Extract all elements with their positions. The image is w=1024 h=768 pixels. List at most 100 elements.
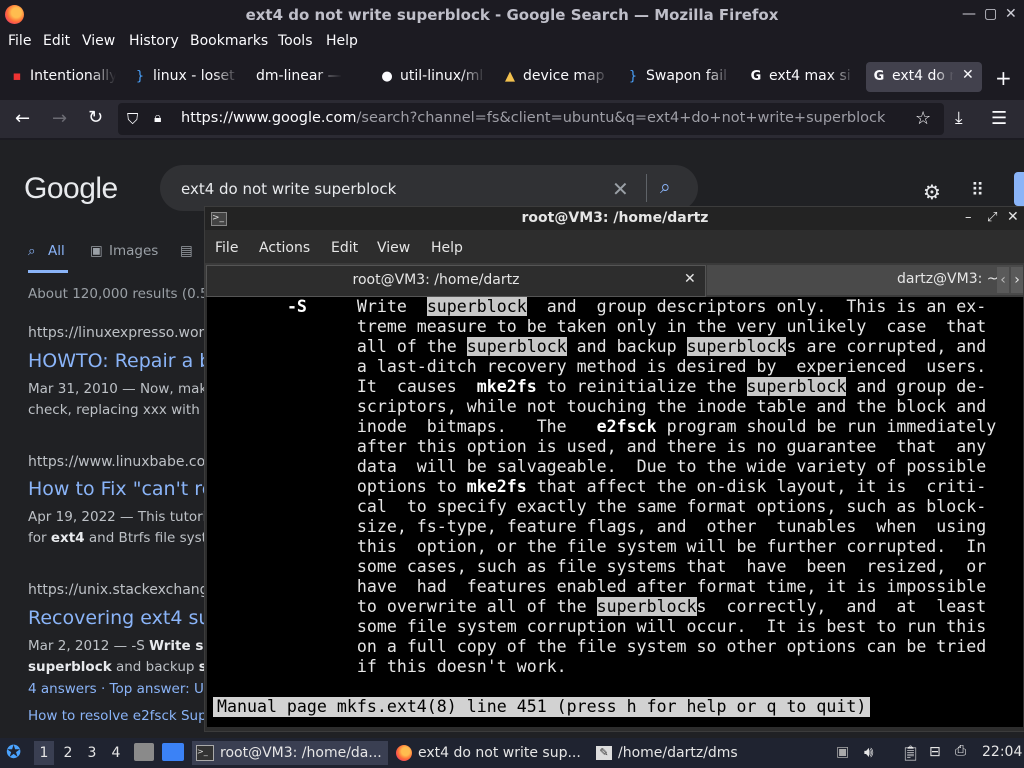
menu-edit[interactable]: Edit	[43, 33, 70, 49]
clipboard-icon[interactable]: 📋︎	[901, 744, 920, 762]
terminal-screen[interactable]: -S Write superblock and group descriptor…	[207, 297, 1023, 727]
network-icon[interactable]: ⊟	[929, 744, 941, 760]
result-title[interactable]: HOWTO: Repair a b	[28, 350, 211, 372]
reload-icon[interactable]: ↻	[88, 107, 103, 128]
workspace-1[interactable]: 1	[34, 741, 54, 765]
forward-arrow-icon[interactable]: →	[52, 108, 67, 129]
menu-view[interactable]: View	[377, 240, 410, 256]
terminal-window: >_ root@VM3: /home/dartz – ⤢ ✕ File Acti…	[204, 206, 1024, 732]
menu-history[interactable]: History	[129, 33, 179, 49]
minimize-icon[interactable]: –	[965, 210, 972, 225]
workspace-3[interactable]: 3	[82, 745, 102, 761]
result-date: Mar 2, 2012 — -S Write sup	[28, 638, 223, 654]
menu-view[interactable]: View	[82, 33, 115, 49]
tab-ext4-do-not-write[interactable]: G ext4 do n ✕	[866, 62, 982, 92]
terminal-menubar: File Actions Edit View Help	[205, 235, 1024, 261]
workspace-2[interactable]: 2	[58, 745, 78, 761]
menu-actions[interactable]: Actions	[259, 240, 310, 256]
menu-bookmarks[interactable]: Bookmarks	[190, 33, 268, 49]
sign-in-button[interactable]	[1014, 172, 1024, 206]
result-snippet: check, replacing xxx with yo	[28, 402, 221, 418]
archwiki-icon: ▲	[505, 69, 515, 84]
bookmark-star-icon[interactable]: ☆	[915, 108, 931, 129]
tab-scroll-right-icon[interactable]: ›	[1011, 267, 1023, 293]
update-notifier-icon[interactable]: ⎙	[955, 743, 966, 759]
tab-close-icon[interactable]: ✕	[684, 271, 696, 287]
tray-box-icon[interactable]: ▣	[836, 744, 849, 760]
menu-help[interactable]: Help	[326, 33, 358, 49]
task-firefox[interactable]: ext4 do not write sup...	[392, 741, 588, 765]
search-icon[interactable]: ⌕	[660, 176, 671, 198]
clear-search-icon[interactable]: ✕	[612, 177, 629, 201]
firefox-menubar: File Edit View History Bookmarks Tools H…	[0, 30, 1024, 54]
active-tab-indicator	[28, 270, 68, 273]
firefox-logo-icon	[396, 745, 412, 761]
tab-close-icon[interactable]: ✕	[962, 67, 974, 83]
tab-intentionally[interactable]: ▪ Intentionally	[4, 62, 118, 92]
firefox-titlebar: ext4 do not write superblock - Google Se…	[0, 0, 1024, 30]
google-logo[interactable]: Google	[24, 172, 118, 206]
hamburger-menu-icon[interactable]: ☰	[991, 108, 1007, 129]
stackexchange-icon: }	[628, 69, 638, 84]
image-icon: ▣	[90, 243, 103, 259]
start-menu-icon[interactable]: ✪	[6, 742, 21, 763]
settings-gear-icon[interactable]: ⚙	[923, 180, 941, 204]
maximize-icon[interactable]: ▢	[984, 6, 997, 22]
tracking-shield-icon[interactable]: ⛉	[127, 110, 138, 128]
terminal-app-icon: >_	[196, 745, 214, 761]
lock-icon[interactable]: 🔒︎	[154, 110, 161, 126]
result-url[interactable]: https://www.linuxbabe.com ›	[28, 454, 229, 470]
man-status-line: Manual page mkfs.ext4(8) line 451 (press…	[213, 697, 871, 717]
close-icon[interactable]: ✕	[1007, 209, 1019, 225]
tab-ext4-max-size[interactable]: G ext4 max si	[743, 62, 857, 92]
google-apps-icon[interactable]: ⠿	[971, 180, 984, 201]
result-url[interactable]: https://linuxexpresso.wordpr	[28, 325, 228, 341]
tab-linux-loset[interactable]: } linux - loset	[127, 62, 241, 92]
result-title[interactable]: How to Fix "can't rea	[28, 478, 225, 500]
google-icon: G	[873, 69, 885, 84]
minimize-icon[interactable]: —	[962, 6, 976, 22]
search-icon: ⌕	[28, 243, 36, 259]
terminal-titlebar: >_ root@VM3: /home/dartz – ⤢ ✕	[205, 207, 1024, 230]
task-terminal[interactable]: >_ root@VM3: /home/da...	[192, 741, 388, 765]
result-snippet: superblock and backup sup	[28, 659, 226, 675]
tab-swapon-fail[interactable]: } Swapon fail	[620, 62, 734, 92]
menu-file[interactable]: File	[215, 240, 238, 256]
file-manager-icon[interactable]	[134, 743, 154, 761]
downloads-icon[interactable]: ⤓	[955, 108, 963, 128]
tab-images[interactable]: Images	[109, 243, 158, 259]
task-editor[interactable]: ✎/home/dartz/dms	[592, 741, 788, 765]
terminal-tab-active[interactable]: root@VM3: /home/dartz ✕	[206, 265, 706, 297]
new-tab-plus-icon[interactable]: +	[995, 66, 1012, 90]
terminal-tab-other[interactable]: dartz@VM3: ~ ‹ ›	[707, 265, 1023, 295]
tab-scroll-left-icon[interactable]: ‹	[997, 267, 1009, 293]
result-url[interactable]: https://unix.stackexchange.c	[28, 582, 229, 598]
tab-util-linux[interactable]: ● util-linux/ml	[374, 62, 488, 92]
close-icon[interactable]: ✕	[1005, 6, 1017, 22]
terminal-title: root@VM3: /home/dartz	[521, 210, 709, 226]
maximize-icon[interactable]: ⤢	[987, 210, 997, 225]
menu-tools[interactable]: Tools	[278, 33, 313, 49]
tab-all[interactable]: All	[48, 243, 65, 259]
back-arrow-icon[interactable]: ←	[15, 108, 30, 129]
tab-dm-linear[interactable]: dm-linear — Th	[230, 62, 344, 92]
workspace-4[interactable]: 4	[106, 745, 126, 761]
result-answers[interactable]: 4 answers · Top answer: Unl	[28, 679, 216, 699]
taskbar: ✪ 1 2 3 4 >_ root@VM3: /home/da... ext4 d…	[0, 738, 1024, 768]
volume-icon[interactable]: 🔊︎	[864, 743, 873, 761]
tab-device-map[interactable]: ▲ device map	[497, 62, 611, 92]
google-icon: G	[750, 69, 762, 84]
result-title[interactable]: Recovering ext4 sup	[28, 607, 222, 629]
result-sub-link[interactable]: How to resolve e2fsck Super	[28, 706, 221, 726]
show-desktop-icon[interactable]	[162, 743, 184, 761]
url-text[interactable]: https://www.google.com/search?channel=fs…	[181, 110, 885, 126]
menu-edit[interactable]: Edit	[331, 240, 358, 256]
menu-help[interactable]: Help	[431, 240, 463, 256]
stackexchange-icon: }	[135, 69, 145, 84]
search-divider	[646, 174, 647, 202]
menu-file[interactable]: File	[8, 33, 31, 49]
clock: 22:04	[982, 744, 1023, 760]
result-snippet: for ext4 and Btrfs file system	[28, 530, 229, 546]
google-search-query[interactable]: ext4 do not write superblock	[181, 180, 396, 198]
news-icon: ▤	[180, 243, 193, 259]
